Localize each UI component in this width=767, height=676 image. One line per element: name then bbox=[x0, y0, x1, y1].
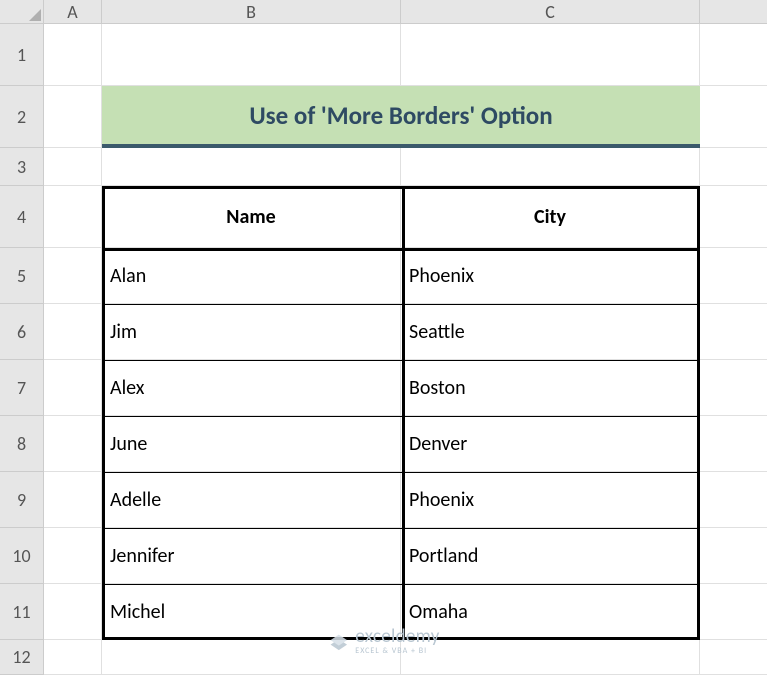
cell-A3[interactable] bbox=[44, 148, 102, 186]
data-name-5[interactable]: Jennifer bbox=[102, 528, 401, 584]
cell-A12[interactable] bbox=[44, 640, 102, 675]
cell-C1[interactable] bbox=[401, 24, 700, 86]
data-name-0[interactable]: Alan bbox=[102, 248, 401, 304]
row-header-6[interactable]: 6 bbox=[0, 304, 44, 360]
row-header-10[interactable]: 10 bbox=[0, 528, 44, 584]
data-name-3[interactable]: June bbox=[102, 416, 401, 472]
data-name-2[interactable]: Alex bbox=[102, 360, 401, 416]
row-header-5[interactable]: 5 bbox=[0, 248, 44, 304]
cell-D12[interactable] bbox=[700, 640, 767, 675]
row-header-4[interactable]: 4 bbox=[0, 186, 44, 248]
row-header-12[interactable]: 12 bbox=[0, 640, 44, 675]
data-city-0[interactable]: Phoenix bbox=[401, 248, 700, 304]
col-header-C[interactable]: C bbox=[401, 0, 700, 24]
row-header-8[interactable]: 8 bbox=[0, 416, 44, 472]
data-name-4[interactable]: Adelle bbox=[102, 472, 401, 528]
cell-B12[interactable] bbox=[102, 640, 401, 675]
cell-C3[interactable] bbox=[401, 148, 700, 186]
row-header-9[interactable]: 9 bbox=[0, 472, 44, 528]
cell-B3[interactable] bbox=[102, 148, 401, 186]
cell-D3[interactable] bbox=[700, 148, 767, 186]
cell-D1[interactable] bbox=[700, 24, 767, 86]
col-header-D[interactable] bbox=[700, 0, 767, 24]
data-city-4[interactable]: Phoenix bbox=[401, 472, 700, 528]
data-name-1[interactable]: Jim bbox=[102, 304, 401, 360]
data-name-6[interactable]: Michel bbox=[102, 584, 401, 640]
cell-A11[interactable] bbox=[44, 584, 102, 640]
data-city-1[interactable]: Seattle bbox=[401, 304, 700, 360]
cell-D2[interactable] bbox=[700, 86, 767, 148]
data-city-5[interactable]: Portland bbox=[401, 528, 700, 584]
cell-A7[interactable] bbox=[44, 360, 102, 416]
cell-A8[interactable] bbox=[44, 416, 102, 472]
cell-A6[interactable] bbox=[44, 304, 102, 360]
cell-B1[interactable] bbox=[102, 24, 401, 86]
title-merged-cell[interactable]: Use of 'More Borders' Option bbox=[102, 86, 700, 148]
cell-D6[interactable] bbox=[700, 304, 767, 360]
select-all-icon bbox=[29, 9, 41, 21]
cell-A9[interactable] bbox=[44, 472, 102, 528]
cell-D10[interactable] bbox=[700, 528, 767, 584]
row-header-7[interactable]: 7 bbox=[0, 360, 44, 416]
spreadsheet-grid: A B C 1 2 Use of 'More Borders' Option 3… bbox=[0, 0, 767, 675]
select-all-corner[interactable] bbox=[0, 0, 44, 24]
row-header-3[interactable]: 3 bbox=[0, 148, 44, 186]
cell-D4[interactable] bbox=[700, 186, 767, 248]
cell-D8[interactable] bbox=[700, 416, 767, 472]
cell-C12[interactable] bbox=[401, 640, 700, 675]
row-header-11[interactable]: 11 bbox=[0, 584, 44, 640]
row-header-2[interactable]: 2 bbox=[0, 86, 44, 148]
cell-A5[interactable] bbox=[44, 248, 102, 304]
cell-D11[interactable] bbox=[700, 584, 767, 640]
cell-A2[interactable] bbox=[44, 86, 102, 148]
data-city-3[interactable]: Denver bbox=[401, 416, 700, 472]
row-header-1[interactable]: 1 bbox=[0, 24, 44, 86]
cell-A1[interactable] bbox=[44, 24, 102, 86]
cell-D5[interactable] bbox=[700, 248, 767, 304]
col-header-B[interactable]: B bbox=[102, 0, 401, 24]
data-city-2[interactable]: Boston bbox=[401, 360, 700, 416]
cell-D7[interactable] bbox=[700, 360, 767, 416]
cell-A10[interactable] bbox=[44, 528, 102, 584]
cell-A4[interactable] bbox=[44, 186, 102, 248]
header-name[interactable]: Name bbox=[102, 186, 401, 248]
col-header-A[interactable]: A bbox=[44, 0, 102, 24]
header-city[interactable]: City bbox=[401, 186, 700, 248]
data-city-6[interactable]: Omaha bbox=[401, 584, 700, 640]
cell-D9[interactable] bbox=[700, 472, 767, 528]
